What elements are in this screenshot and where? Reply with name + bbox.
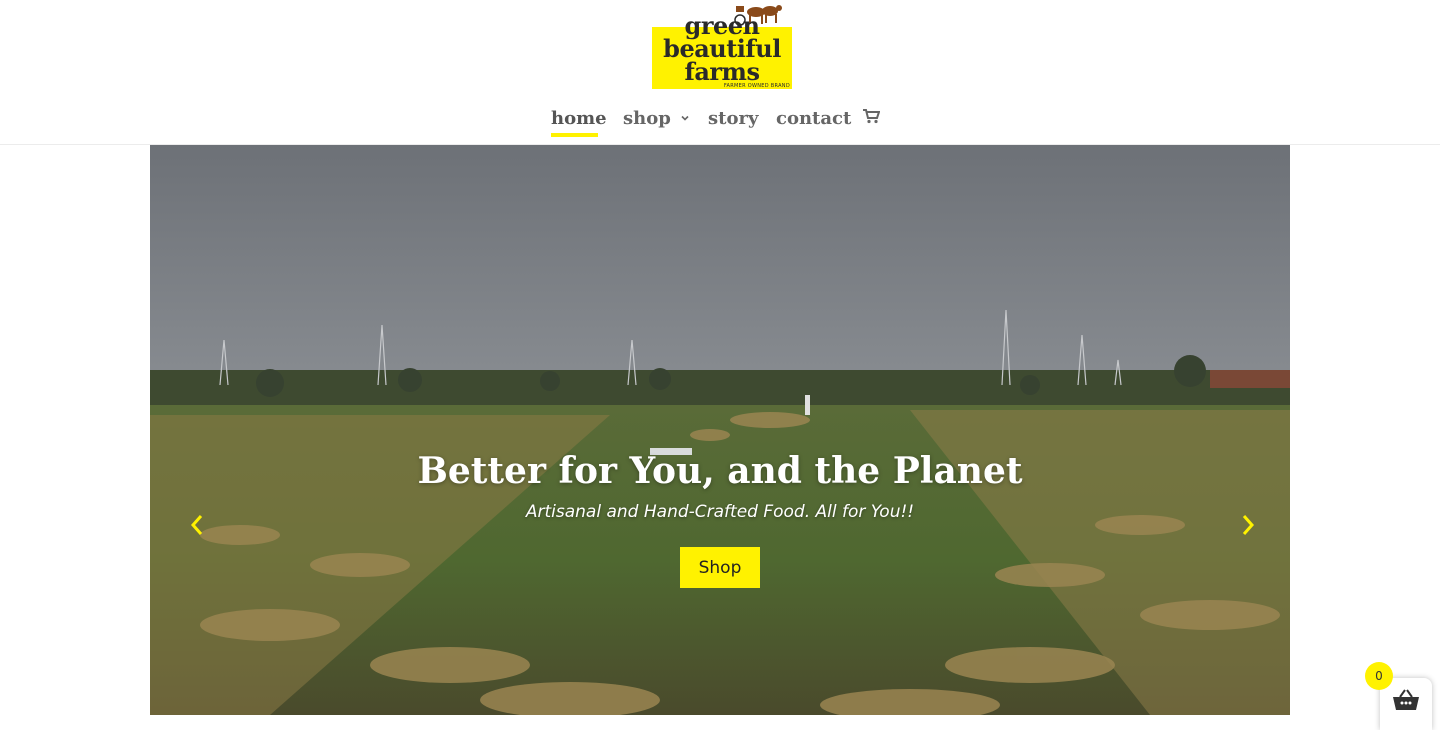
hero-title: Better for You, and the Planet: [417, 450, 1023, 492]
chevron-right-icon[interactable]: [1235, 512, 1259, 538]
cart-count-badge: 0: [1365, 662, 1393, 690]
main-nav: home shop story contact: [0, 104, 1440, 138]
site-header: green beautiful farms FARMER OWNED BRAND…: [0, 0, 1440, 145]
nav-item-story[interactable]: story: [708, 104, 758, 132]
nav-item-shop-label: shop: [623, 107, 671, 129]
logo-wordmark: green beautiful farms: [652, 14, 792, 86]
logo-tagline: FARMER OWNED BRAND: [723, 83, 790, 89]
hero-subtitle: Artisanal and Hand-Crafted Food. All for…: [525, 502, 915, 522]
nav-item-home[interactable]: home: [551, 104, 607, 132]
nav-item-shop[interactable]: shop: [623, 104, 691, 132]
site-logo[interactable]: green beautiful farms FARMER OWNED BRAND: [652, 0, 792, 92]
logo-line-3: farms: [684, 57, 760, 86]
hero-slider: [150, 145, 1290, 715]
shopping-cart-icon[interactable]: [862, 108, 880, 124]
active-nav-indicator: [551, 133, 598, 137]
hero-shop-button[interactable]: Shop: [680, 547, 760, 588]
hero-background-image: [150, 145, 1290, 715]
basket-icon: [1393, 689, 1419, 710]
chevron-left-icon[interactable]: [186, 512, 210, 538]
chevron-down-icon: [681, 115, 689, 121]
nav-item-contact[interactable]: contact: [776, 104, 851, 132]
